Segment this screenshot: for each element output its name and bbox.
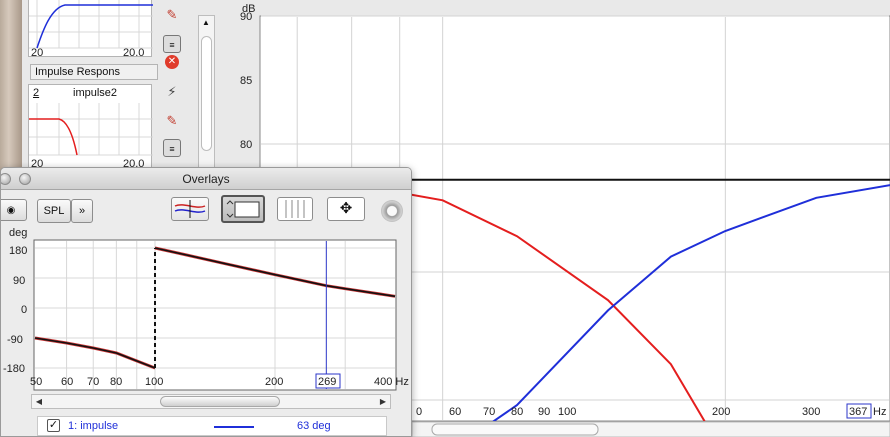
window-close-button[interactable]: [1, 173, 11, 185]
scroll-right-arrow[interactable]: ▶: [376, 395, 390, 408]
legend-series-value: 63 deg: [297, 420, 331, 432]
table-view-icon[interactable]: [277, 197, 313, 221]
main-x-tick-200: 200: [712, 406, 730, 418]
window-minimize-button[interactable]: [19, 173, 31, 185]
main-cursor-readout: 367: [849, 406, 867, 418]
main-x-tick-100: 100: [558, 406, 576, 418]
phase-x-tick-100: 100: [145, 376, 163, 388]
phase-y-unit: deg: [9, 227, 27, 239]
phase-y-tick-90: 90: [13, 275, 25, 287]
phase-x-tick-50: 50: [30, 376, 42, 388]
legend-line-swatch: [214, 426, 254, 428]
equalize-icon[interactable]: [171, 197, 209, 221]
phase-y-tick-0: 0: [21, 304, 27, 316]
expand-icon[interactable]: ✥: [327, 197, 365, 221]
table-view-glyph: [285, 200, 305, 218]
scroll-left-arrow[interactable]: ◀: [32, 395, 46, 408]
main-y-tick-85: 85: [240, 75, 252, 87]
overlays-window[interactable]: Overlays ◉ SPL » ✥ deg 180 90 0 -90 -180…: [0, 167, 412, 437]
legend-row[interactable]: ✓ 1: impulse 63 deg: [37, 416, 387, 436]
phase-x-tick-60: 60: [61, 376, 73, 388]
phase-scroll-thumb[interactable]: [160, 396, 280, 407]
overlays-titlebar[interactable]: Overlays: [1, 168, 411, 190]
phase-x-tick-80: 80: [110, 376, 122, 388]
series-visible-checkbox[interactable]: ✓: [47, 419, 60, 432]
overlays-title: Overlays: [182, 172, 230, 186]
phase-y-tick-180: 180: [9, 245, 27, 257]
more-button[interactable]: »: [71, 199, 93, 223]
phase-x-tick-200: 200: [265, 376, 283, 388]
phase-x-tick-70: 70: [87, 376, 99, 388]
phase-x-last: 400 Hz: [374, 376, 409, 388]
main-x-tick-60: 60: [449, 406, 461, 418]
main-x-tick-90: 90: [538, 406, 550, 418]
main-x-tick-80: 80: [511, 406, 523, 418]
equalize-glyph: [174, 200, 206, 218]
main-y-tick-90: 90: [240, 11, 252, 23]
spl-button[interactable]: SPL: [37, 199, 71, 223]
phase-cursor-readout: 269: [318, 376, 336, 388]
phase-y-tick-m90: -90: [7, 334, 23, 346]
gear-icon[interactable]: [381, 200, 403, 222]
main-x-tick-300: 300: [802, 406, 820, 418]
main-hscroll-thumb[interactable]: [431, 423, 599, 436]
main-x-start: 0: [416, 406, 422, 418]
graph-select-glyph: [226, 200, 260, 218]
main-x-tick-70: 70: [483, 406, 495, 418]
camera-icon[interactable]: ◉: [1, 199, 27, 221]
phase-y-tick-m180: -180: [3, 363, 25, 375]
phase-hscrollbar[interactable]: ◀ ▶: [31, 394, 391, 409]
graph-select-icon[interactable]: [221, 195, 265, 223]
legend-series-name: 1: impulse: [68, 420, 119, 432]
main-y-tick-80: 80: [240, 139, 252, 151]
main-x-unit: Hz: [873, 406, 886, 418]
